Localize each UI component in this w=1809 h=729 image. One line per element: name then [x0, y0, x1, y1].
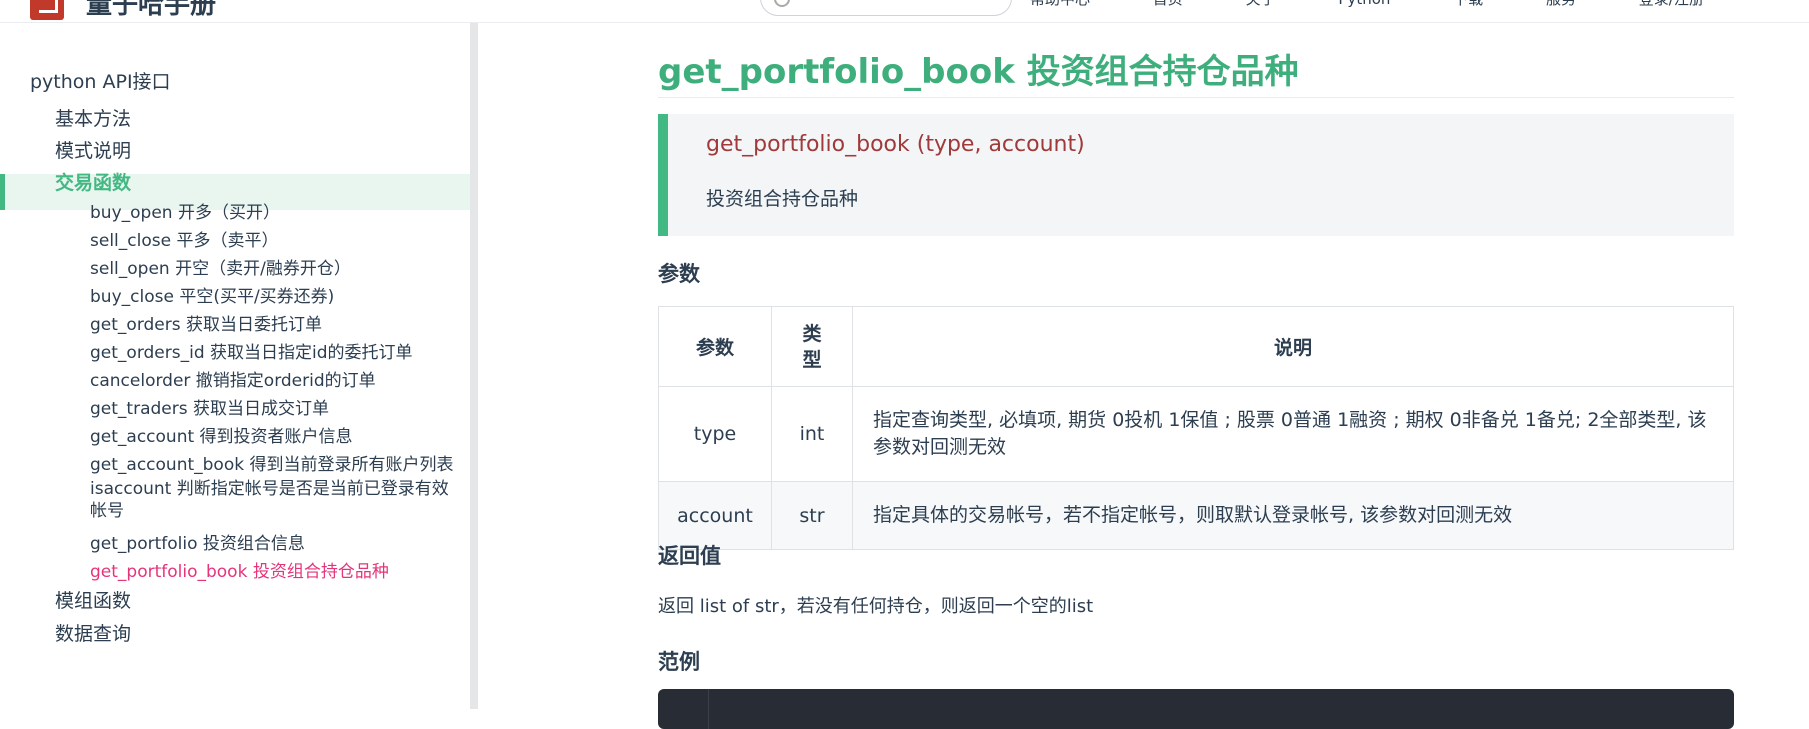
- table-header-param: 参数: [658, 306, 772, 387]
- sidebar-subitem-sell-close[interactable]: sell_close 平多（卖平）: [90, 226, 278, 251]
- table-cell-type: int: [771, 386, 853, 482]
- sidebar-subitem-get-account-book[interactable]: get_account_book 得到当前登录所有账户列表: [90, 450, 453, 475]
- return-description: 返回 list of str，若没有任何持仓，则返回一个空的list: [658, 596, 1094, 617]
- table-cell-type: str: [771, 481, 853, 550]
- nav-item-login[interactable]: 登录/注册: [1639, 0, 1704, 8]
- example-heading: 范例: [658, 650, 700, 674]
- sidebar-subitem-isaccount[interactable]: isaccount 判断指定帐号是否是当前已登录有效帐号: [90, 478, 465, 522]
- sidebar-subitem-get-traders[interactable]: get_traders 获取当日成交订单: [90, 394, 329, 419]
- nav-item-service[interactable]: 服务: [1546, 0, 1576, 8]
- code-example-block[interactable]: [658, 689, 1734, 729]
- nav-item-download[interactable]: 下载: [1453, 0, 1483, 8]
- sidebar-subitem-get-orders-id[interactable]: get_orders_id 获取当日指定id的委托订单: [90, 338, 413, 363]
- table-header-type-label: 类型: [802, 322, 822, 371]
- sidebar-subitem-get-account[interactable]: get_account 得到投资者账户信息: [90, 422, 353, 447]
- nav-item-python[interactable]: Python: [1338, 0, 1390, 8]
- logo-icon[interactable]: [30, 0, 64, 20]
- nav-item-about[interactable]: 关于: [1246, 0, 1276, 8]
- nav-item-help[interactable]: 帮助中心: [1030, 0, 1090, 8]
- params-table: 参数 类型 说明 type int 指定查询类型, 必填项, 期货 0投机 1保…: [658, 306, 1734, 550]
- params-heading: 参数: [658, 262, 700, 286]
- top-navbar: 量子哈手册 帮助中心 首页 关于 Python 下载 服务 登录/注册: [0, 0, 1809, 23]
- table-header-row: 参数 类型 说明: [658, 306, 1734, 387]
- sidebar-subitem-buy-close[interactable]: buy_close 平空(买平/买券还券): [90, 282, 334, 307]
- sidebar-item-data-query[interactable]: 数据查询: [55, 619, 131, 646]
- sidebar-item-mode[interactable]: 模式说明: [55, 136, 131, 163]
- table-cell-desc: 指定查询类型, 必填项, 期货 0投机 1保值 ; 股票 0普通 1融资 ; 期…: [852, 386, 1734, 482]
- nav-item-home[interactable]: 首页: [1153, 0, 1183, 8]
- nav-menu: 帮助中心 首页 关于 Python 下载 服务 登录/注册: [1030, 0, 1762, 9]
- sidebar-subitem-get-portfolio-book[interactable]: get_portfolio_book 投资组合持仓品种: [90, 557, 389, 582]
- function-signature: get_portfolio_book (type, account): [706, 132, 1085, 157]
- sidebar-subitem-get-orders[interactable]: get_orders 获取当日委托订单: [90, 310, 322, 335]
- table-header-desc: 说明: [852, 306, 1734, 387]
- sidebar-item-module-functions[interactable]: 模组函数: [55, 586, 131, 613]
- sidebar-group-python-api[interactable]: python API接口: [30, 67, 171, 94]
- sidebar-item-trade-functions[interactable]: 交易函数: [55, 168, 131, 195]
- search-input[interactable]: [760, 0, 1012, 16]
- sidebar-scrollbar[interactable]: [470, 23, 478, 709]
- table-cell-param: type: [658, 386, 772, 482]
- table-header-type: 类型: [771, 306, 853, 387]
- table-row: account str 指定具体的交易帐号，若不指定帐号，则取默认登录帐号, 该…: [658, 481, 1734, 550]
- sidebar-subitem-get-portfolio[interactable]: get_portfolio 投资组合信息: [90, 529, 305, 554]
- sidebar: python API接口 基本方法 模式说明 交易函数 buy_open 开多（…: [0, 23, 470, 709]
- sidebar-item-basic-methods[interactable]: 基本方法: [55, 104, 131, 131]
- table-row: type int 指定查询类型, 必填项, 期货 0投机 1保值 ; 股票 0普…: [658, 386, 1734, 482]
- sidebar-subitem-cancelorder[interactable]: cancelorder 撤销指定orderid的订单: [90, 366, 376, 391]
- sidebar-subitem-buy-open[interactable]: buy_open 开多（买开）: [90, 198, 280, 223]
- code-line-gutter: [658, 689, 709, 729]
- sidebar-subitem-sell-open[interactable]: sell_open 开空（卖开/融券开仓）: [90, 254, 351, 279]
- function-description: 投资组合持仓品种: [706, 188, 859, 210]
- function-signature-block: get_portfolio_book (type, account) 投资组合持…: [658, 114, 1734, 236]
- table-cell-desc: 指定具体的交易帐号，若不指定帐号，则取默认登录帐号, 该参数对回测无效: [852, 481, 1734, 550]
- return-heading: 返回值: [658, 544, 721, 568]
- site-title[interactable]: 量子哈手册: [86, 0, 216, 21]
- page-title: get_portfolio_book 投资组合持仓品种: [658, 44, 1734, 98]
